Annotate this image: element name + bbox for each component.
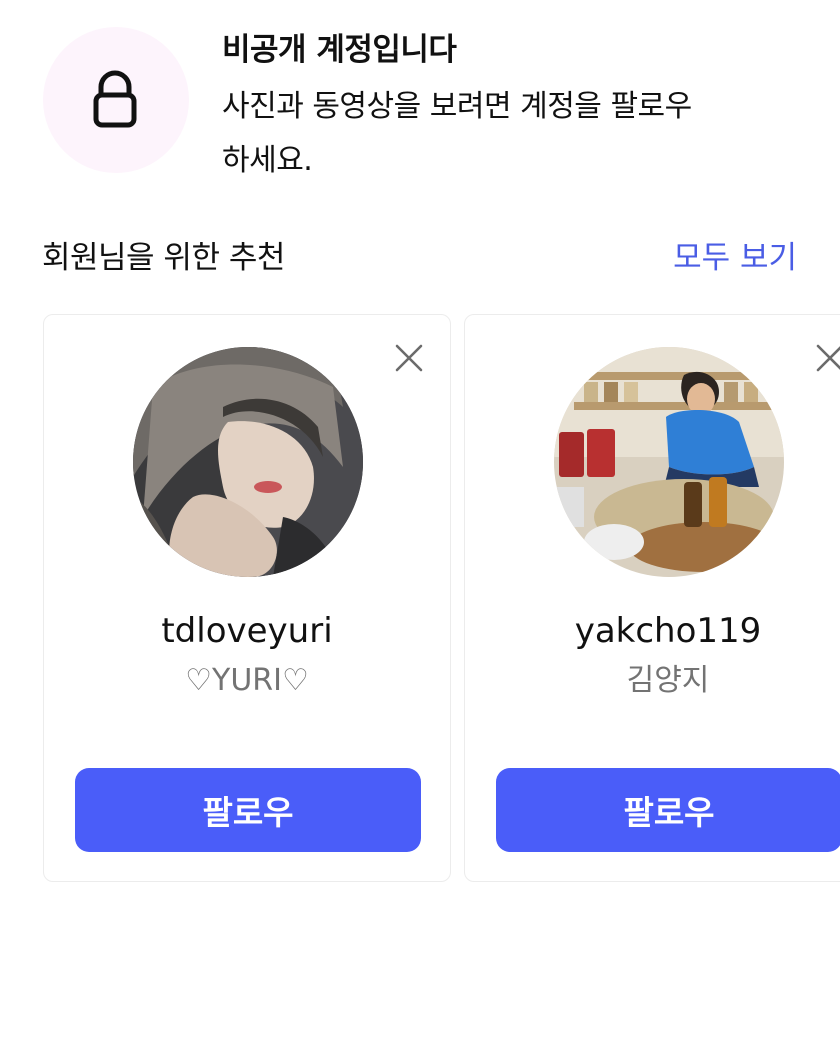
avatar[interactable] bbox=[133, 347, 363, 577]
follow-button[interactable]: 팔로우 bbox=[496, 768, 840, 852]
follow-button[interactable]: 팔로우 bbox=[75, 768, 421, 852]
private-account-notice: 비공개 계정입니다 사진과 동영상을 보려면 계정을 팔로우하세요. bbox=[0, 0, 840, 200]
recommendations-header: 회원님을 위한 추천 모두 보기 bbox=[0, 230, 840, 290]
suggested-account-card[interactable]: yakcho119 김양지 팔로우 bbox=[464, 314, 840, 882]
private-account-title: 비공개 계정입니다 bbox=[222, 32, 457, 68]
avatar[interactable] bbox=[554, 347, 784, 577]
lock-icon bbox=[93, 70, 137, 128]
suggested-username[interactable]: yakcho119 bbox=[465, 609, 840, 653]
suggested-full-name: ♡YURI♡ bbox=[185, 663, 309, 698]
recommendation-carousel[interactable]: tdloveyuri ♡YURI♡ 팔로우 yakcho119 김양지 팔로우 bbox=[0, 314, 840, 884]
recommendations-title: 회원님을 위한 추천 bbox=[42, 240, 285, 276]
private-account-description: 사진과 동영상을 보려면 계정을 팔로우하세요. bbox=[222, 89, 692, 178]
close-icon[interactable] bbox=[815, 343, 840, 373]
suggested-full-name: 김양지 bbox=[626, 663, 710, 698]
see-all-link[interactable]: 모두 보기 bbox=[673, 238, 797, 278]
lock-badge bbox=[43, 27, 189, 173]
suggested-account-card[interactable]: tdloveyuri ♡YURI♡ 팔로우 bbox=[43, 314, 451, 882]
suggested-username[interactable]: tdloveyuri bbox=[44, 609, 450, 653]
close-icon[interactable] bbox=[394, 343, 424, 373]
